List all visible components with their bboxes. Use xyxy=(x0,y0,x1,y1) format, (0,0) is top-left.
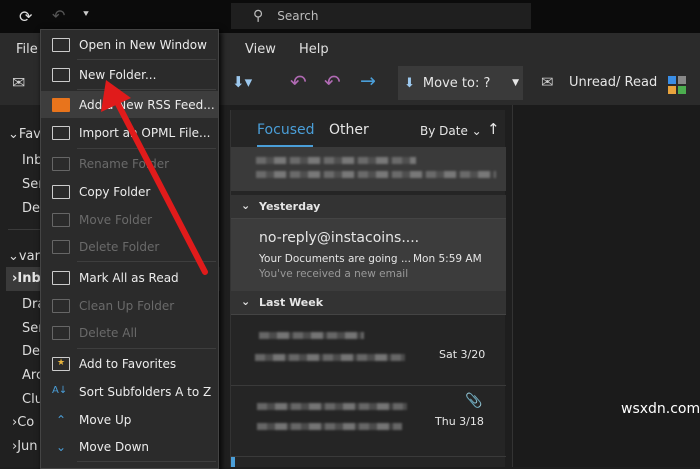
annotation-arrow xyxy=(101,80,208,275)
